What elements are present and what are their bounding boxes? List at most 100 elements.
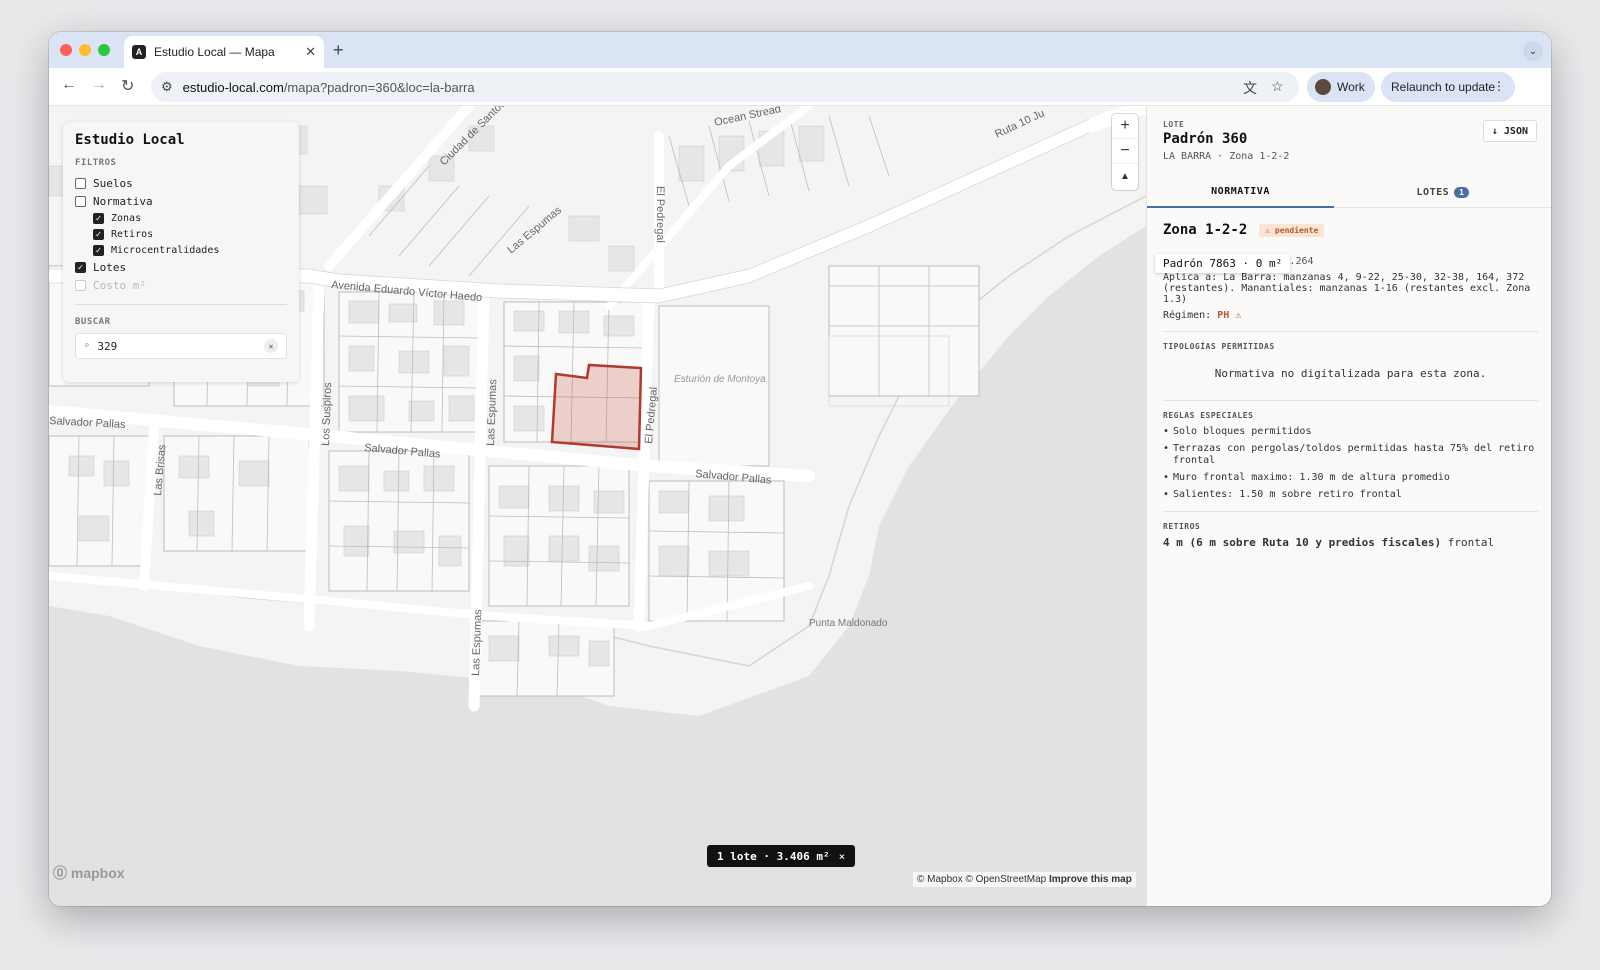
applies-text: Aplica a: La Barra: manzanas 4, 9-22, 25…	[1163, 272, 1531, 305]
map-block	[163, 435, 310, 552]
site-info-icon[interactable]: ⚙	[161, 79, 173, 95]
improve-map-link[interactable]: Improve this map	[1049, 874, 1132, 885]
checkbox-unchecked-icon[interactable]	[75, 195, 86, 207]
checkbox-checked-icon[interactable]: ✓	[93, 244, 104, 256]
checkbox-disabled-icon	[75, 279, 86, 291]
tab-lotes[interactable]: LOTES 1	[1334, 176, 1551, 208]
forward-button[interactable]: →	[91, 76, 107, 94]
zoom-window-button[interactable]	[98, 44, 110, 56]
divider	[1163, 511, 1538, 512]
divider	[1163, 331, 1538, 332]
retiros-header: RETIROS	[1163, 522, 1201, 531]
mapbox-logo[interactable]: ⓪ mapbox	[53, 863, 125, 883]
regimen-row: Régimen: PH ⚠	[1163, 310, 1242, 321]
regimen-value: PH ⚠	[1217, 310, 1242, 321]
list-item: • Muro frontal maximo: 1.30 m de altura p…	[1163, 472, 1450, 483]
selected-lot[interactable]	[550, 363, 643, 451]
panel-header: LOTE Padrón 360 LA BARRA · Zona 1-2-2	[1163, 120, 1289, 162]
close-tab-icon[interactable]: ✕	[305, 44, 316, 60]
filters-panel: Estudio Local FILTROS Suelos Normativa ✓…	[63, 122, 299, 382]
zone-title-row: Zona 1-2-2 ⚠ pendiente	[1163, 222, 1538, 238]
checkbox-unchecked-icon[interactable]	[75, 177, 86, 189]
filter-microcentralidades[interactable]: ✓ Microcentralidades	[75, 242, 287, 258]
favicon-icon: A	[132, 45, 146, 59]
panel-title: Padrón 360	[1163, 131, 1248, 147]
divider	[1163, 400, 1538, 401]
panel-tabs: NORMATIVA LOTES 1	[1147, 176, 1551, 208]
app-title: Estudio Local	[75, 132, 185, 148]
checkbox-checked-icon[interactable]: ✓	[93, 212, 104, 224]
browser-window: A Estudio Local — Mapa ✕ + ⌄ ← → ↻ ⚙ est…	[49, 32, 1551, 906]
filters-section-title: FILTROS	[75, 158, 117, 168]
map-block	[658, 305, 770, 467]
search-section-title: BUSCAR	[75, 317, 111, 327]
app-content: Avenida Eduardo Víctor Haedo Salvador Pa…	[49, 106, 1551, 906]
relaunch-label: Relaunch to update	[1391, 80, 1496, 94]
street-label: Ruta 10 Ju	[993, 107, 1046, 140]
compass-icon[interactable]: ▲	[1112, 164, 1138, 189]
normativa-content: Zona 1-2-2 ⚠ pendiente Padrón 7863 · 0 m…	[1155, 222, 1538, 549]
more-menu-icon[interactable]: ⋮	[1493, 79, 1505, 93]
profile-label: Work	[1337, 80, 1365, 94]
zone-name: Zona 1-2-2	[1163, 222, 1248, 238]
checkbox-checked-icon[interactable]: ✓	[75, 261, 86, 273]
tab-title: Estudio Local — Mapa	[154, 45, 275, 59]
translate-icon[interactable]: 文	[1243, 78, 1257, 98]
download-json-button[interactable]: ↓ JSON	[1482, 120, 1537, 142]
minimize-window-button[interactable]	[79, 44, 91, 56]
new-tab-button[interactable]: +	[333, 40, 344, 61]
street-label: Las Espumas	[505, 204, 564, 256]
lot-tooltip: Padrón 7863 · 0 m²	[1155, 254, 1291, 273]
tipologias-empty: Normativa no digitalizada para esta zona…	[1214, 367, 1487, 380]
checkbox-checked-icon[interactable]: ✓	[93, 228, 104, 240]
clear-selection-icon[interactable]: ×	[839, 850, 846, 863]
reglas-header: REGLAS ESPECIALES	[1163, 411, 1254, 420]
lotes-count-badge: 1	[1454, 186, 1470, 198]
search-input[interactable]: ⌕ 329 ×	[75, 333, 287, 359]
search-icon: ⌕	[84, 341, 90, 351]
place-label: Punta Maldonado	[809, 618, 888, 629]
zoom-out-button[interactable]: −	[1112, 139, 1138, 164]
tab-normativa[interactable]: NORMATIVA	[1147, 176, 1334, 208]
map-attribution: © Mapbox © OpenStreetMap Improve this ma…	[913, 872, 1136, 887]
street-label: Ocean Stread	[713, 106, 782, 129]
tipologias-header: TIPOLOGÍAS PERMITIDAS	[1163, 342, 1275, 351]
panel-subtitle: LA BARRA · Zona 1-2-2	[1163, 151, 1290, 162]
selection-summary: 1 lote · 3.406 m² ×	[707, 845, 856, 867]
url-text: estudio-local.com/mapa?padron=360&loc=la…	[182, 79, 475, 95]
profile-button[interactable]: Work	[1307, 72, 1375, 102]
retiros-row: 4 m (6 m sobre Ruta 10 y predios fiscale…	[1163, 536, 1495, 549]
zoom-in-button[interactable]: +	[1112, 114, 1138, 139]
relaunch-button[interactable]: Relaunch to update ⋮	[1381, 72, 1515, 102]
filter-normativa[interactable]: Normativa	[75, 192, 287, 210]
street-label: Las Espumas	[470, 609, 484, 677]
filter-costo: Costo m²	[75, 276, 287, 294]
reload-button[interactable]: ↻	[121, 76, 134, 96]
browser-toolbar: ← → ↻ ⚙ estudio-local.com/mapa?padron=36…	[49, 68, 1551, 106]
pending-badge: ⚠ pendiente	[1259, 223, 1325, 237]
divider	[75, 304, 287, 305]
street-label: El Pedregal	[654, 186, 666, 243]
filter-zonas[interactable]: ✓ Zonas	[75, 210, 287, 226]
avatar	[1315, 79, 1331, 95]
back-button[interactable]: ←	[61, 76, 77, 94]
filter-suelos[interactable]: Suelos	[75, 174, 287, 192]
tab-search-icon[interactable]: ⌄	[1523, 41, 1543, 61]
tab-bar: A Estudio Local — Mapa ✕ + ⌄	[49, 32, 1551, 68]
bookmark-star-icon[interactable]: ☆	[1271, 78, 1284, 95]
list-item: • Solo bloques permitidos	[1163, 426, 1312, 437]
clear-search-icon[interactable]: ×	[264, 339, 278, 353]
map-zoom-controls: + − ▲	[1112, 114, 1138, 190]
lot-detail-panel: LOTE Padrón 360 LA BARRA · Zona 1-2-2 ↓ …	[1146, 106, 1551, 906]
map-canvas[interactable]: Avenida Eduardo Víctor Haedo Salvador Pa…	[49, 106, 1146, 906]
close-window-button[interactable]	[60, 44, 72, 56]
panel-kicker: LOTE	[1163, 120, 1185, 129]
street-label: Los Suspiros	[320, 382, 334, 446]
selection-text: 1 lote · 3.406 m²	[717, 849, 830, 863]
filter-lotes[interactable]: ✓ Lotes	[75, 258, 287, 276]
address-bar[interactable]: ⚙ estudio-local.com/mapa?padron=360&loc=…	[151, 72, 1299, 102]
browser-tab[interactable]: A Estudio Local — Mapa ✕	[124, 36, 324, 68]
place-label: Esturión de Montoya	[674, 374, 766, 385]
filter-retiros[interactable]: ✓ Retiros	[75, 226, 287, 242]
search-value[interactable]: 329	[97, 340, 264, 353]
